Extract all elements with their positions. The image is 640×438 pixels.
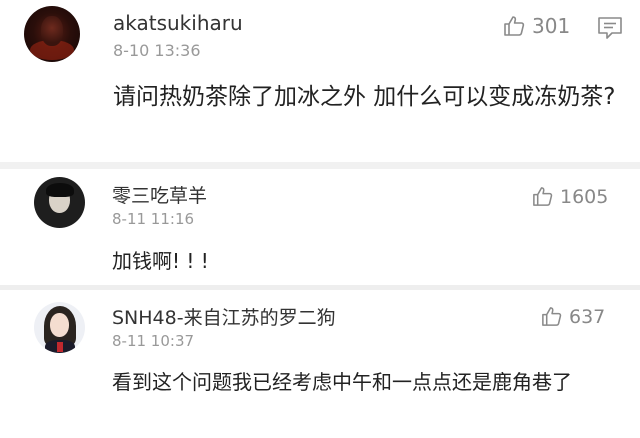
username[interactable]: SNH48-来自江苏的罗二狗 — [112, 303, 336, 330]
avatar[interactable] — [34, 302, 85, 353]
avatar[interactable] — [34, 177, 85, 228]
timestamp: 8-10 13:36 — [113, 41, 201, 60]
like-count: 1605 — [560, 185, 609, 208]
thumbs-up-icon — [504, 16, 525, 36]
like-button[interactable]: 301 — [502, 14, 570, 38]
reply-item: SNH48-来自江苏的罗二狗 8-11 10:37 637 看到这个问题我已经考… — [0, 290, 640, 438]
comment-list: akatsukiharu 8-10 13:36 301 请问热奶茶除了加冰之外 … — [0, 0, 640, 438]
comment-bubble-icon — [598, 17, 622, 39]
comment-text: 请问热奶茶除了加冰之外 加什么可以变成冻奶茶? — [113, 84, 616, 110]
avatar[interactable] — [24, 6, 80, 62]
like-count: 637 — [569, 305, 606, 328]
avatar-tie — [57, 342, 63, 352]
avatar-hair — [46, 183, 74, 197]
comment-text: 加钱啊! ! ! — [112, 249, 209, 273]
timestamp: 8-11 10:37 — [112, 332, 195, 350]
thumbs-up-icon — [542, 307, 562, 326]
like-button[interactable]: 637 — [540, 305, 605, 328]
avatar-face — [41, 16, 63, 46]
avatar-face — [50, 313, 69, 337]
timestamp: 8-11 11:16 — [112, 210, 195, 228]
reply-item: 零三吃草羊 8-11 11:16 1605 加钱啊! ! ! — [0, 168, 640, 285]
comment-text: 看到这个问题我已经考虑中午和一点点还是鹿角巷了 — [112, 370, 572, 394]
like-button[interactable]: 1605 — [531, 185, 608, 208]
comment-item: akatsukiharu 8-10 13:36 301 请问热奶茶除了加冰之外 … — [0, 0, 640, 164]
like-count: 301 — [532, 14, 571, 38]
thumbs-up-icon — [533, 187, 553, 206]
username[interactable]: akatsukiharu — [113, 11, 243, 35]
reply-button[interactable] — [597, 16, 623, 44]
username[interactable]: 零三吃草羊 — [112, 181, 207, 208]
